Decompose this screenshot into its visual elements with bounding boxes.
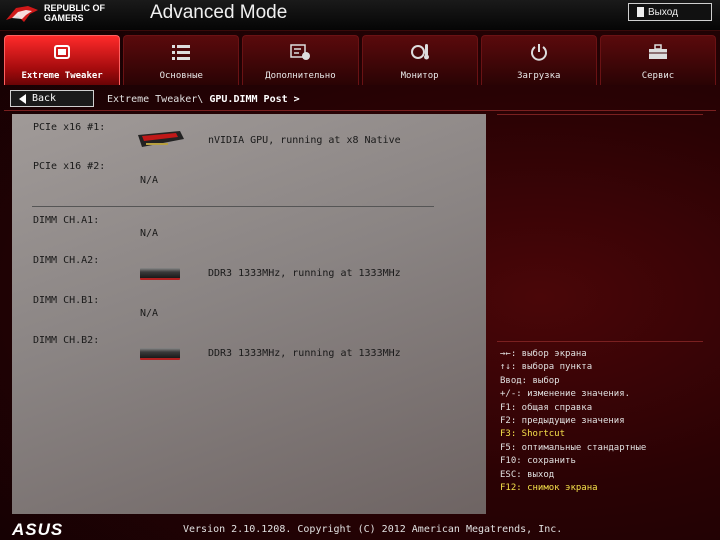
tab-advanced[interactable]: Дополнительно [242,35,359,85]
slot-label-pcie2: PCIe x16 #2: [33,161,106,172]
ram-module-icon [140,348,180,360]
slot-label-dimm-b2: DIMM CH.B2: [33,335,100,346]
tab-tool[interactable]: Сервис [599,35,717,85]
back-arrow-icon [19,93,26,104]
brand-text: REPUBLIC OF GAMERS [44,3,105,23]
tab-main[interactable]: Основные [123,35,240,85]
slot-label-dimm-a2: DIMM CH.A2: [33,255,100,266]
tab-label: Монитор [400,71,439,81]
tab-extreme-tweaker[interactable]: Extreme Tweaker [4,35,121,85]
back-button[interactable]: Back [10,90,94,107]
main-tabs: Extreme Tweaker Основные Дополнительно М… [4,35,717,85]
help-line: →←: выбор экрана [500,349,587,359]
toolbox-icon [648,44,667,59]
hotkey-help: →←: выбор экрана ↑↓: выбора пункта Ввод:… [500,348,646,495]
monitor-temp-icon [410,44,429,60]
breadcrumb: Extreme Tweaker\ GPU.DIMM Post > [107,94,300,105]
help-line: ↑↓: выбора пункта [500,362,593,373]
header-divider [4,110,716,111]
breadcrumb-current: GPU.DIMM Post > [209,94,300,105]
slot-label-pcie1: PCIe x16 #1: [33,122,106,133]
tab-label: Сервис [641,71,675,81]
rog-logo [6,6,38,22]
gpu-card-icon [138,131,184,147]
tab-label: Extreme Tweaker [21,71,103,81]
tab-boot[interactable]: Загрузка [480,35,597,85]
help-line: F10: сохранить [500,456,576,467]
brand-line2: GAMERS [44,13,84,23]
list-icon [172,45,191,60]
exit-button[interactable]: Выход [628,3,712,21]
tab-label: Дополнительно [265,71,336,81]
screenshot-hotkey[interactable]: F12: снимок экрана [500,482,646,495]
slot-label-dimm-b1: DIMM CH.B1: [33,295,100,306]
slot-value-dimm-a1: N/A [140,228,159,239]
asus-logo: ASUS [12,520,64,539]
exit-label: Выход [648,6,678,18]
help-top-divider [497,114,703,115]
exit-door-icon [637,7,644,17]
slot-value-pcie2: N/A [140,175,159,186]
brand-line1: REPUBLIC OF [44,3,106,13]
slot-value-dimm-a2: DDR3 1333MHz, running at 1333MHz [208,268,401,279]
slot-value-pcie1: nVIDIA GPU, running at x8 Native [208,135,401,146]
advanced-info-icon [290,44,311,60]
mode-title: Advanced Mode [150,2,288,23]
help-line: ESC: выход [500,469,555,480]
help-line: +/-: изменение значения. [500,389,631,400]
help-line: F1: общая справка [500,402,593,413]
power-icon [530,44,547,61]
slot-label-dimm-a1: DIMM CH.A1: [33,215,100,226]
shortcut-hotkey[interactable]: F3: Shortcut [500,428,646,441]
gpu-dimm-post-panel: PCIe x16 #1: nVIDIA GPU, running at x8 N… [12,114,486,514]
tab-label: Загрузка [517,71,561,81]
help-panel: →←: выбор экрана ↑↓: выбора пункта Ввод:… [497,114,703,514]
help-line: Ввод: выбор [500,375,560,386]
tab-monitor[interactable]: Монитор [361,35,478,85]
help-line: F5: оптимальные стандартные [500,442,647,453]
version-text: Version 2.10.1208. Copyright (C) 2012 Am… [183,524,563,535]
top-bar: REPUBLIC OF GAMERS Advanced Mode Выход [0,0,720,31]
help-line: F2: предыдущие значения [500,416,625,427]
tab-label: Основные [159,71,203,81]
tweaker-icon [54,45,71,59]
ram-module-icon [140,268,180,280]
breadcrumb-bar: Back Extreme Tweaker\ GPU.DIMM Post > [0,88,720,110]
breadcrumb-prefix: Extreme Tweaker\ [107,94,204,105]
section-divider [32,206,434,207]
slot-value-dimm-b2: DDR3 1333MHz, running at 1333MHz [208,348,401,359]
help-divider [497,341,703,342]
back-label: Back [32,93,57,104]
slot-value-dimm-b1: N/A [140,308,159,319]
